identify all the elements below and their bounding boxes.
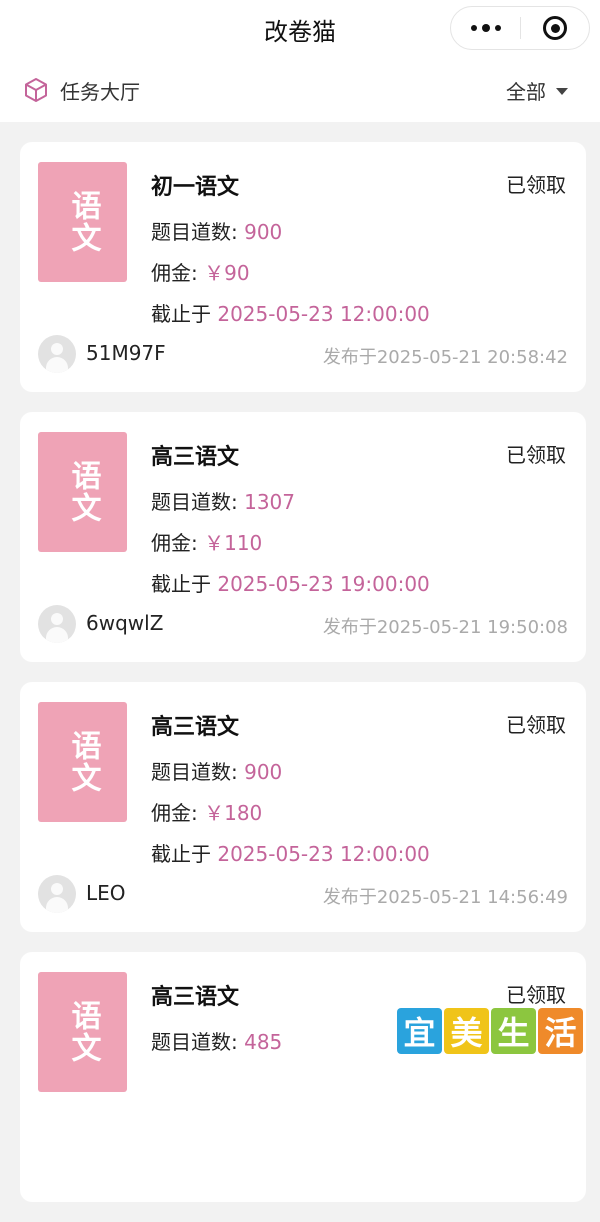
question-count-label: 题目道数:	[151, 1030, 238, 1054]
task-card[interactable]: 语文 高三语文 已领取 题目道数: 485	[20, 952, 586, 1202]
avatar	[38, 605, 76, 643]
question-count-value: 485	[244, 1030, 283, 1054]
question-count-row: 题目道数: 485	[151, 1026, 282, 1055]
publish-time: 发布于2025-05-21 20:58:42	[322, 347, 568, 368]
task-name: 高三语文	[151, 985, 240, 1010]
caret-down-icon	[556, 87, 568, 95]
status-badge: 已领取	[506, 983, 566, 1007]
publisher-name: 6wqwlZ	[86, 611, 164, 635]
watermark-char: 美	[444, 1008, 489, 1054]
task-card[interactable]: 语文 高三语文 已领取 题目道数: 900 佣金: ￥180 截止于 2025-…	[20, 682, 586, 932]
task-hall-header: 任务大厅 全部	[0, 58, 600, 122]
question-count-value: 1307	[244, 490, 296, 514]
publisher-name: 51M97F	[86, 341, 166, 365]
watermark-char: 生	[491, 1008, 536, 1054]
watermark-char: 活	[538, 1008, 583, 1054]
filter-dropdown[interactable]: 全部	[506, 76, 568, 104]
task-name: 高三语文	[151, 445, 240, 470]
publisher-row: 6wqwlZ 发布于2025-05-21 19:50:08	[38, 604, 568, 644]
publish-time: 发布于2025-05-21 14:56:49	[322, 887, 568, 908]
watermark-char: 宜	[397, 1008, 442, 1054]
publisher-row: LEO 发布于2025-05-21 14:56:49	[38, 874, 568, 914]
more-dot-icon	[470, 25, 477, 31]
mini-program-capsule	[450, 6, 590, 50]
deadline-label: 截止于	[151, 302, 211, 326]
status-badge: 已领取	[506, 713, 566, 737]
question-count-label: 题目道数:	[151, 760, 238, 784]
deadline-label: 截止于	[151, 572, 211, 596]
fee-value: ￥90	[204, 261, 250, 285]
status-badge: 已领取	[506, 443, 566, 467]
fee-row: 佣金: ￥180	[151, 797, 262, 826]
subject-cover: 语文	[38, 432, 127, 552]
question-count-label: 题目道数:	[151, 490, 238, 514]
subject-cover: 语文	[38, 702, 127, 822]
avatar	[38, 335, 76, 373]
task-hall-tab[interactable]: 任务大厅	[24, 76, 140, 104]
target-circle-icon	[543, 16, 567, 40]
fee-label: 佣金:	[151, 531, 198, 555]
task-name: 初一语文	[151, 175, 240, 200]
fee-row: 佣金: ￥90	[151, 257, 250, 286]
cover-text: 语文	[65, 460, 101, 524]
cube-icon	[25, 78, 47, 102]
deadline-row: 截止于 2025-05-23 19:00:00	[151, 568, 430, 597]
question-count-value: 900	[244, 760, 283, 784]
cover-text: 语文	[65, 1000, 101, 1064]
nav-bar: 改卷猫	[0, 0, 600, 58]
avatar	[38, 875, 76, 913]
cover-text: 语文	[65, 730, 101, 794]
deadline-value: 2025-05-23 19:00:00	[217, 572, 430, 596]
deadline-label: 截止于	[151, 842, 211, 866]
status-badge: 已领取	[506, 173, 566, 197]
question-count-value: 900	[244, 220, 283, 244]
more-dot-icon	[481, 24, 490, 32]
deadline-value: 2025-05-23 12:00:00	[217, 842, 430, 866]
publish-time: 发布于2025-05-21 19:50:08	[322, 617, 568, 638]
task-name: 高三语文	[151, 715, 240, 740]
close-miniprogram-button[interactable]	[521, 7, 589, 49]
task-card[interactable]: 语文 初一语文 已领取 题目道数: 900 佣金: ￥90 截止于 2025-0…	[20, 142, 586, 392]
question-count-row: 题目道数: 900	[151, 216, 282, 245]
deadline-row: 截止于 2025-05-23 12:00:00	[151, 298, 430, 327]
fee-label: 佣金:	[151, 261, 198, 285]
subject-cover: 语文	[38, 162, 127, 282]
subject-cover: 语文	[38, 972, 127, 1092]
more-menu-button[interactable]	[451, 7, 520, 49]
deadline-row: 截止于 2025-05-23 12:00:00	[151, 838, 430, 867]
fee-label: 佣金:	[151, 801, 198, 825]
publisher-name: LEO	[86, 881, 126, 905]
fee-value: ￥180	[204, 801, 263, 825]
question-count-row: 题目道数: 1307	[151, 486, 295, 515]
more-dot-icon	[494, 25, 501, 31]
filter-label: 全部	[506, 79, 546, 104]
deadline-value: 2025-05-23 12:00:00	[217, 302, 430, 326]
watermark-logo: 宜 美 生 活	[397, 1008, 585, 1054]
question-count-label: 题目道数:	[151, 220, 238, 244]
publisher-row: 51M97F 发布于2025-05-21 20:58:42	[38, 334, 568, 374]
cover-text: 语文	[65, 190, 101, 254]
fee-value: ￥110	[204, 531, 263, 555]
task-hall-label: 任务大厅	[60, 79, 140, 104]
question-count-row: 题目道数: 900	[151, 756, 282, 785]
task-list: 语文 初一语文 已领取 题目道数: 900 佣金: ￥90 截止于 2025-0…	[20, 142, 586, 1222]
task-card[interactable]: 语文 高三语文 已领取 题目道数: 1307 佣金: ￥110 截止于 2025…	[20, 412, 586, 662]
fee-row: 佣金: ￥110	[151, 527, 262, 556]
